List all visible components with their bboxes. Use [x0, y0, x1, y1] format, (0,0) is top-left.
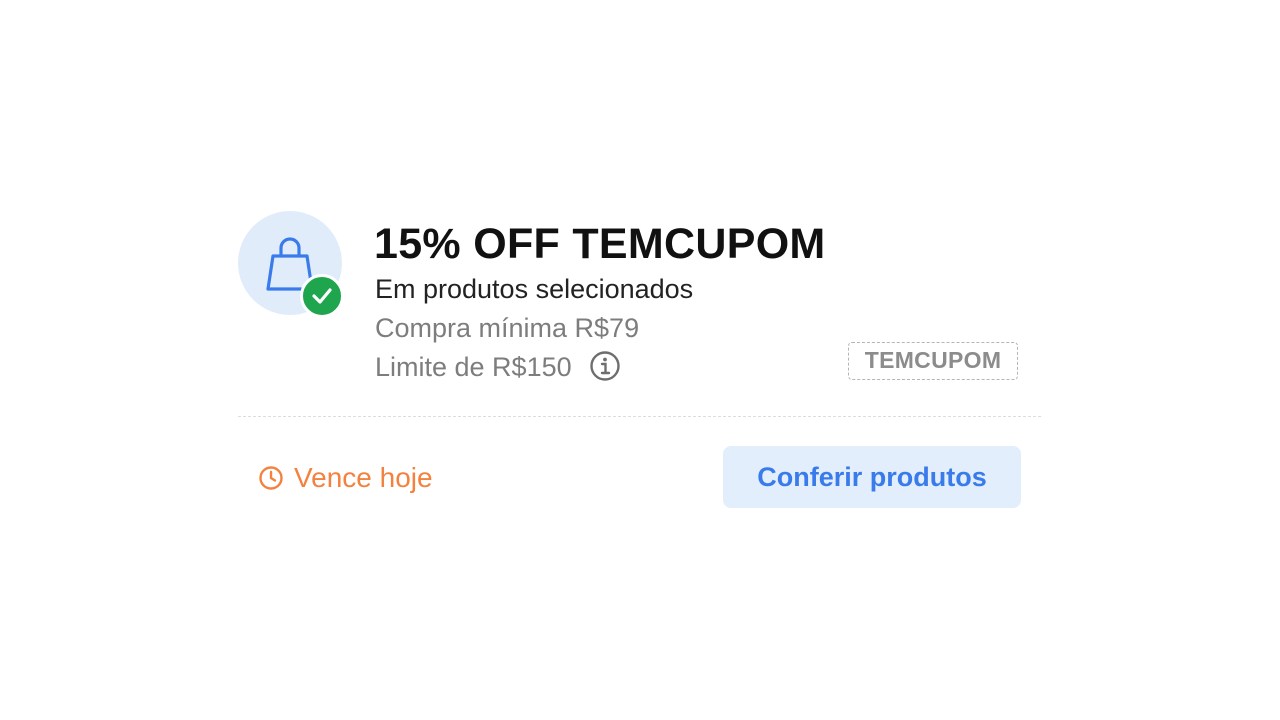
expiry-text: Vence hoje [294, 462, 433, 493]
info-icon[interactable] [589, 350, 621, 382]
expiry-row: Vence hoje [258, 462, 433, 494]
clock-icon [259, 466, 283, 490]
divider [238, 416, 1041, 417]
coupon-code-badge: TEMCUPOM [848, 342, 1018, 380]
min-purchase: Compra mínima R$79 [375, 313, 640, 343]
limit-row: Limite de R$150 [375, 350, 621, 383]
conferir-produtos-button[interactable]: Conferir produtos [723, 446, 1021, 508]
coupon-card: 15% OFF TEMCUPOM Em produtos selecionado… [238, 208, 1041, 518]
coupon-title: 15% OFF TEMCUPOM [374, 220, 826, 268]
check-icon [300, 274, 344, 318]
limit-text: Limite de R$150 [375, 352, 572, 382]
coupon-subtitle: Em produtos selecionados [375, 274, 694, 304]
